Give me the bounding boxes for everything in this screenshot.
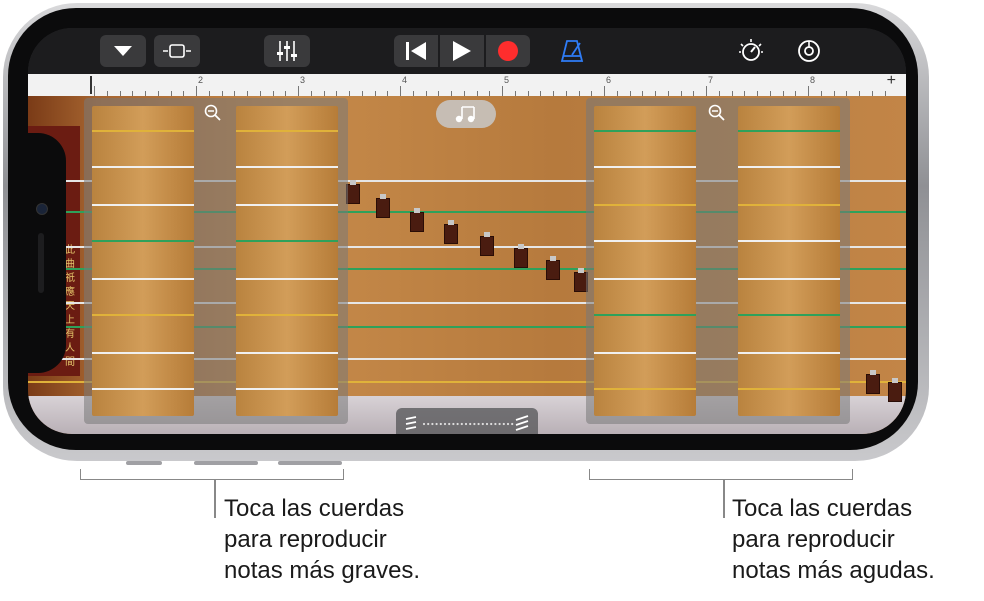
slider-dot [443,422,447,426]
string-bridge [346,180,360,204]
ruler-mark: 7 [708,75,714,85]
notes-mode-button[interactable] [436,100,496,128]
ruler-mark: 8 [810,75,816,85]
slider-dot [502,422,505,426]
string-bridge [888,378,902,402]
slider-dot [485,422,489,426]
speaker-grille [38,233,44,293]
string-bridge [444,220,458,244]
slider-dot [422,422,426,426]
rewind-icon [406,42,426,60]
ruler-mark: 2 [198,75,204,85]
zoom-out-icon [708,104,725,121]
slider-dot [477,422,480,426]
control-bar [28,28,906,74]
timeline-ruler[interactable]: 2 3 4 5 6 7 8 + [28,72,906,97]
glissando-icon [405,415,529,431]
settings-icon [798,40,820,62]
ruler-tick [808,86,809,96]
string-bridge [376,194,390,218]
screen: 2 3 4 5 6 7 8 + 此 曲 祇 應 天 上 有 人 間 [28,28,906,434]
phone-side-button [126,461,162,465]
browser-button[interactable] [100,35,146,67]
phone-volume-button [194,461,258,465]
mixer-button[interactable] [264,35,310,67]
record-button[interactable] [486,35,530,67]
slider-dot [439,422,442,426]
phone-volume-button [278,461,342,465]
ruler-tick [400,86,401,96]
string-bridge [410,208,424,232]
zoom-out-icon [204,104,221,121]
high-strings-zone[interactable] [594,106,696,416]
guzheng-instrument: 此 曲 祇 應 天 上 有 人 間 [28,96,906,434]
ruler-tick [604,86,605,96]
low-notes-caption: Toca las cuerdas para reproducir notas m… [224,495,421,584]
string-bridge [546,256,560,280]
metronome-icon [560,40,584,62]
ruler-tick [706,86,707,96]
settings-button[interactable] [796,38,822,69]
high-notes-bracket [589,469,853,480]
low-notes-leader-line [214,480,216,518]
string-bridge [480,232,494,256]
ruler-tick [196,86,197,96]
record-icon [498,41,518,61]
string-bridge [866,370,880,394]
high-notes-caption: Toca las cuerdas para reproducir notas m… [732,495,935,584]
ruler-mark: 3 [300,75,306,85]
slider-dot [427,422,430,426]
slider-dot [481,422,484,426]
slider-dot [506,422,510,426]
master-volume-button[interactable] [738,38,764,69]
play-icon [453,41,471,61]
low-notes-panel [84,98,348,424]
camera-icon [36,203,48,215]
slider-dot [448,422,451,426]
slider-dot [435,422,438,426]
chevron-down-icon [114,46,132,56]
view-toggle-button[interactable] [154,35,200,67]
metronome-button[interactable] [560,39,584,68]
low-strings-zone[interactable] [92,106,194,416]
slider-dot [473,422,476,426]
high-notes-leader-line [723,480,725,518]
ruler-tick [298,86,299,96]
ruler-mark: 6 [606,75,612,85]
slider-dot [431,422,434,426]
high-notes-panel [586,98,850,424]
glissando-slider[interactable] [396,408,538,434]
ruler-tick [502,86,503,96]
view-toggle-icon [163,44,191,58]
ruler-mark: 5 [504,75,510,85]
ruler-tick [94,86,95,96]
string-bridge [514,244,528,268]
slider-dot [464,422,468,426]
high-strings-zone[interactable] [738,106,840,416]
ruler-mark: 4 [402,75,408,85]
slider-dot [460,422,463,426]
slider-dot [456,422,459,426]
low-strings-zone[interactable] [236,106,338,416]
add-section-button[interactable]: + [887,72,896,90]
low-notes-bracket [80,469,344,480]
slider-dot [494,422,497,426]
slider-dot [490,422,493,426]
rewind-button[interactable] [394,35,438,67]
play-button[interactable] [440,35,484,67]
slider-dot [469,422,472,426]
slider-dot [511,422,514,426]
notch [28,133,66,373]
master-volume-icon [739,39,763,61]
zoom-out-button[interactable] [204,104,222,127]
slider-dot [452,422,455,426]
slider-dot [498,422,501,426]
mixer-icon [277,41,297,61]
music-notes-icon [455,106,475,123]
zoom-out-button[interactable] [708,104,726,127]
